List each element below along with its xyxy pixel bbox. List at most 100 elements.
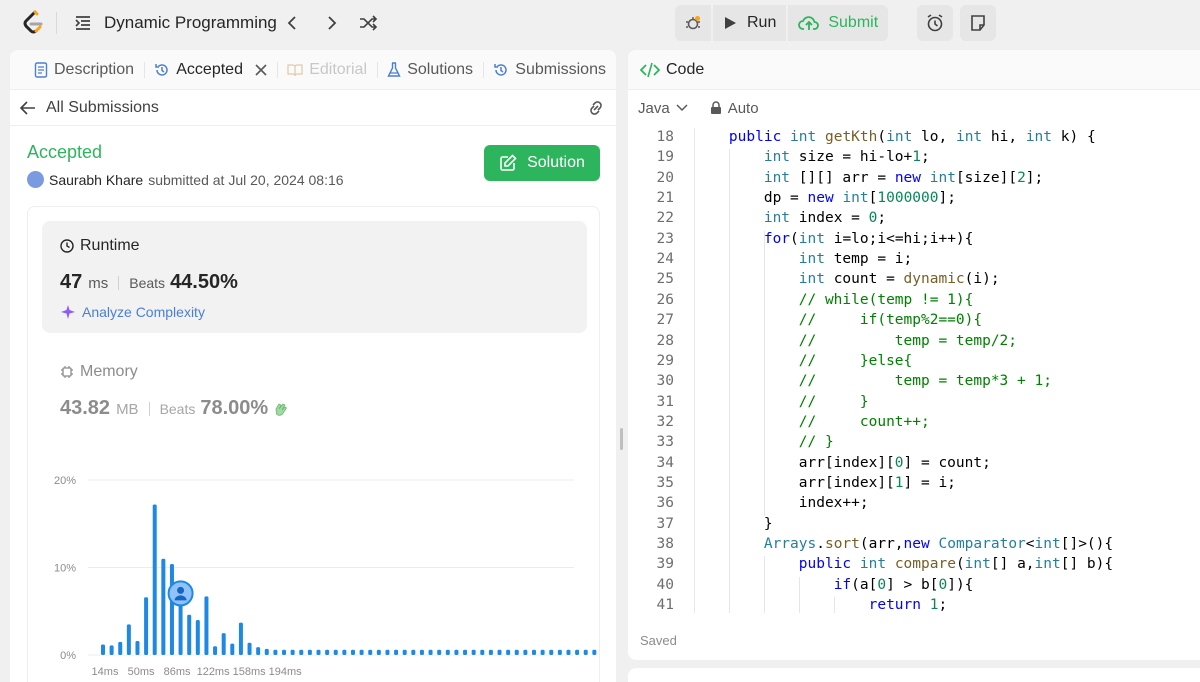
run-button[interactable]: Run	[713, 5, 787, 41]
chart-bar[interactable]	[454, 649, 459, 655]
debug-button[interactable]	[675, 5, 711, 41]
chart-bar[interactable]	[428, 649, 433, 655]
tab-description[interactable]: Description	[24, 61, 144, 79]
chart-bar[interactable]	[169, 564, 174, 655]
chart-bar[interactable]	[359, 649, 364, 655]
next-problem-icon[interactable]	[321, 13, 341, 33]
chart-bar[interactable]	[264, 648, 269, 655]
chart-bar[interactable]	[238, 622, 243, 655]
timer-button[interactable]	[917, 5, 953, 41]
chart-bar[interactable]	[566, 649, 571, 655]
code-line[interactable]: int count = dynamic(i);	[694, 271, 1000, 287]
code-line[interactable]: // temp = temp*3 + 1;	[694, 373, 1052, 389]
shuffle-icon[interactable]	[358, 13, 378, 33]
chart-bar[interactable]	[540, 649, 545, 655]
code-line[interactable]: if(a[0] > b[0]){	[694, 577, 974, 593]
chart-bar[interactable]	[514, 649, 519, 655]
chart-bar[interactable]	[282, 649, 287, 655]
code-line[interactable]: public int getKth(int lo, int hi, int k)…	[694, 129, 1096, 145]
chart-bar[interactable]	[437, 649, 442, 655]
notes-button[interactable]	[960, 5, 996, 41]
code-line[interactable]: // }	[694, 394, 869, 410]
auto-mode-toggle[interactable]: Auto	[710, 100, 759, 117]
code-line[interactable]: dp = new int[1000000];	[694, 190, 956, 206]
code-line[interactable]: int index = 0;	[694, 210, 886, 226]
chart-bar[interactable]	[506, 649, 511, 655]
code-line[interactable]: Arrays.sort(arr,new Comparator<int[]>(){	[694, 536, 1113, 552]
chart-bar[interactable]	[325, 649, 330, 655]
chart-bar[interactable]	[497, 649, 502, 655]
code-editor[interactable]: 18 public int getKth(int lo, int hi, int…	[628, 128, 1200, 613]
chart-bar[interactable]	[118, 641, 123, 655]
chart-bar[interactable]	[402, 649, 407, 655]
chart-bar[interactable]	[342, 649, 347, 655]
chart-bar[interactable]	[592, 649, 597, 655]
chart-bar[interactable]	[471, 649, 476, 655]
chart-bar[interactable]	[523, 649, 528, 655]
chart-bar[interactable]	[333, 649, 338, 655]
chart-bar[interactable]	[109, 645, 114, 655]
code-line[interactable]: return 1;	[694, 597, 948, 613]
chart-bar[interactable]	[480, 649, 485, 655]
avatar[interactable]	[27, 171, 44, 188]
code-line[interactable]: public int compare(int[] a,int[] b){	[694, 556, 1113, 572]
chart-bar[interactable]	[549, 649, 554, 655]
chart-bar[interactable]	[385, 649, 390, 655]
runtime-distribution-chart[interactable]: 20% 10% 0% 14ms 50ms 86ms 122ms 158ms 194ms	[28, 465, 599, 682]
submit-button[interactable]: Submit	[788, 5, 889, 41]
tab-solutions[interactable]: Solutions	[377, 61, 483, 79]
code-line[interactable]: int [][] arr = new int[size][2];	[694, 170, 1043, 186]
tab-submissions[interactable]: Submissions	[483, 61, 616, 79]
chart-bar[interactable]	[463, 649, 468, 655]
chart-bar[interactable]	[290, 649, 295, 655]
memory-heading[interactable]: Memory	[60, 363, 138, 381]
chart-bar[interactable]	[532, 649, 536, 655]
code-line[interactable]: // while(temp != 1){	[694, 292, 974, 308]
chart-bar[interactable]	[376, 649, 381, 655]
prev-problem-icon[interactable]	[283, 13, 303, 33]
chart-bar[interactable]	[488, 649, 493, 655]
link-icon[interactable]	[586, 99, 606, 117]
code-line[interactable]: arr[index][0] = count;	[694, 455, 991, 471]
chart-bar[interactable]	[368, 649, 373, 655]
problem-list-title[interactable]: Dynamic Programming	[104, 13, 277, 33]
code-line[interactable]: }	[694, 516, 773, 532]
code-line[interactable]: arr[index][1] = i;	[694, 475, 956, 491]
tab-accepted[interactable]: Accepted	[144, 61, 277, 79]
chart-bar[interactable]	[204, 596, 209, 655]
close-icon[interactable]	[255, 63, 267, 76]
code-line[interactable]: // temp = temp/2;	[694, 333, 1017, 349]
chart-bar[interactable]	[230, 643, 235, 655]
chart-bar[interactable]	[316, 649, 321, 655]
code-line[interactable]: int temp = i;	[694, 251, 913, 267]
leetcode-logo[interactable]	[22, 10, 44, 36]
chart-bar[interactable]	[273, 649, 278, 655]
chart-bar[interactable]	[126, 624, 131, 655]
tab-editorial[interactable]: Editorial	[277, 61, 377, 79]
author-name[interactable]: Saurabh Khare	[49, 172, 143, 188]
language-select[interactable]: Java	[638, 100, 688, 117]
runtime-box[interactable]: Runtime 47 ms Beats 44.50% Analyze Compl…	[42, 221, 587, 333]
panel-resize-handle[interactable]	[620, 428, 623, 450]
chart-bar[interactable]	[187, 614, 192, 655]
chart-bar[interactable]	[152, 504, 157, 656]
chart-bar[interactable]	[247, 642, 252, 655]
code-line[interactable]: index++;	[694, 495, 869, 511]
chart-bar[interactable]	[135, 641, 140, 655]
chart-bar[interactable]	[221, 633, 226, 655]
chart-bar[interactable]	[575, 649, 580, 655]
problem-list-icon[interactable]	[74, 14, 92, 32]
back-button[interactable]	[20, 100, 36, 115]
code-line[interactable]: // }else{	[694, 353, 913, 369]
chart-bar[interactable]	[394, 649, 399, 655]
chart-bar[interactable]	[445, 649, 450, 655]
analyze-complexity-button[interactable]: Analyze Complexity	[60, 304, 205, 320]
chart-bar[interactable]	[101, 644, 105, 656]
code-line[interactable]: // if(temp%2==0){	[694, 312, 982, 328]
chart-bar[interactable]	[307, 649, 312, 655]
chart-bar[interactable]	[411, 649, 416, 655]
chart-bar[interactable]	[557, 649, 562, 655]
chart-bar[interactable]	[161, 558, 166, 655]
chart-bar[interactable]	[256, 647, 261, 655]
code-line[interactable]: for(int i=lo;i<=hi;i++){	[694, 231, 974, 247]
